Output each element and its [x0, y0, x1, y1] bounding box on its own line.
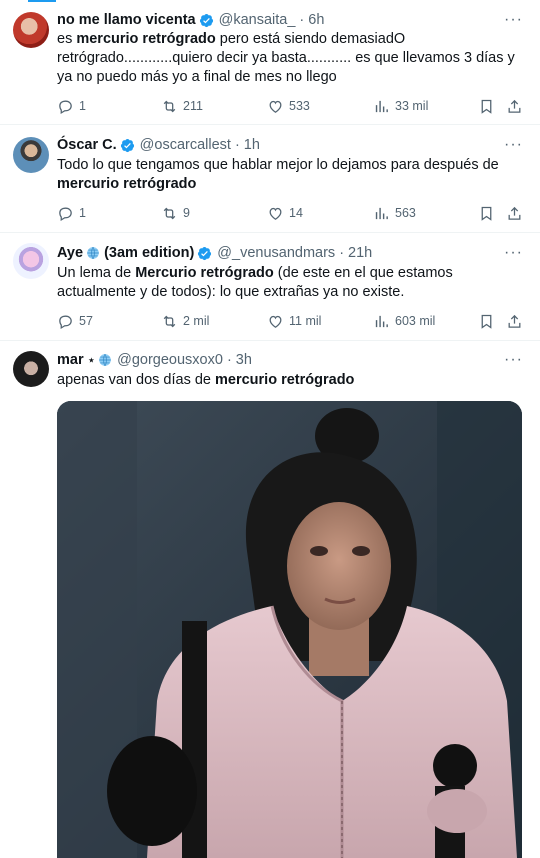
author-handle[interactable]: @_venusandmars — [217, 245, 335, 261]
globe-emoji-icon — [87, 246, 99, 260]
tweet-actions: 1 9 14 563 — [57, 203, 527, 223]
share-icon — [508, 99, 521, 113]
verified-badge-icon — [199, 13, 213, 27]
author-handle[interactable]: @kansaita_ — [219, 12, 296, 28]
retweet-icon — [163, 207, 176, 219]
views-icon — [375, 100, 388, 112]
author-name-suffix[interactable]: (3am edition) — [104, 245, 194, 261]
photo-image — [57, 401, 522, 858]
share-icon — [508, 206, 521, 220]
more-icon[interactable]: ··· — [504, 11, 522, 29]
retweet-icon — [163, 100, 176, 112]
tweet-text: Un lema de Mercurio retrógrado (de este … — [57, 264, 522, 302]
reply-count: 1 — [79, 206, 86, 220]
like-icon — [269, 315, 282, 328]
more-icon[interactable]: ··· — [504, 136, 522, 154]
avatar[interactable] — [13, 351, 49, 387]
separator-dot: · — [226, 352, 232, 368]
author-handle[interactable]: @oscarcallest — [140, 137, 231, 153]
views-button[interactable]: 603 mil — [373, 311, 435, 331]
views-button[interactable]: 563 — [373, 203, 416, 223]
tweet-text: es mercurio retrógrado pero está siendo … — [57, 30, 522, 87]
author-name[interactable]: no me llamo vicenta — [57, 12, 196, 28]
share-icon — [508, 314, 521, 328]
highlight-text: Mercurio retrógrado — [135, 265, 274, 281]
views-count: 603 mil — [395, 314, 436, 328]
reply-count: 57 — [79, 314, 93, 328]
tweet-3[interactable]: Aye (3am edition) @_venusandmars · 21h ·… — [0, 233, 540, 341]
like-icon — [269, 100, 282, 113]
bookmark-icon — [481, 314, 492, 329]
reply-button[interactable]: 1 — [57, 96, 86, 116]
author-name[interactable]: Aye — [57, 245, 83, 261]
bookmark-button[interactable] — [478, 203, 495, 223]
tweet-text: Todo lo que tengamos que hablar mejor lo… — [57, 156, 522, 194]
reply-icon — [59, 315, 72, 329]
more-icon[interactable]: ··· — [504, 244, 522, 262]
reply-count: 1 — [79, 99, 86, 113]
text-segment: es — [57, 31, 77, 47]
retweet-count: 2 mil — [183, 314, 210, 328]
retweet-button[interactable]: 211 — [161, 96, 203, 116]
timestamp[interactable]: 6h — [308, 12, 324, 28]
retweet-count: 9 — [183, 206, 190, 220]
separator-dot: · — [299, 12, 305, 28]
tweet-2[interactable]: Óscar C. @oscarcallest · 1h ··· Todo lo … — [0, 125, 540, 233]
tweet-1[interactable]: no me llamo vicenta @kansaita_ · 6h ··· … — [0, 0, 540, 125]
highlight-text: mercurio retrógrado — [57, 176, 197, 192]
globe-emoji-icon — [99, 353, 111, 367]
tweet-media-photo[interactable] — [57, 401, 522, 858]
like-button[interactable]: 14 — [267, 203, 303, 223]
tweet-text: apenas van dos días de mercurio retrógra… — [57, 371, 522, 390]
share-button[interactable] — [506, 311, 523, 331]
views-button[interactable]: 33 mil — [373, 96, 428, 116]
author-name[interactable]: mar — [57, 352, 84, 368]
tweet-actions: 57 2 mil 11 mil 603 mil — [57, 311, 527, 331]
verified-badge-icon — [120, 138, 134, 152]
retweet-count: 211 — [183, 99, 203, 113]
bookmark-icon — [481, 99, 492, 114]
views-count: 33 mil — [395, 99, 429, 113]
retweet-button[interactable]: 9 — [161, 203, 190, 223]
like-icon — [269, 207, 282, 220]
share-button[interactable] — [506, 203, 523, 223]
like-button[interactable]: 533 — [267, 96, 310, 116]
highlight-text: mercurio retrógrado — [215, 372, 355, 388]
retweet-button[interactable]: 2 mil — [161, 311, 209, 331]
author-name[interactable]: Óscar C. — [57, 137, 117, 153]
like-count: 11 mil — [289, 314, 322, 328]
like-button[interactable]: 11 mil — [267, 311, 321, 331]
views-icon — [375, 315, 388, 327]
timestamp[interactable]: 21h — [348, 245, 372, 261]
views-count: 563 — [395, 206, 416, 220]
text-segment: Todo lo que tengamos que hablar mejor lo… — [57, 157, 499, 173]
reply-icon — [59, 207, 72, 221]
like-count: 533 — [289, 99, 310, 113]
tweet-actions: 1 211 533 33 mil — [57, 96, 527, 116]
separator-dot: · — [234, 137, 240, 153]
separator-dot: · — [339, 245, 345, 261]
timestamp[interactable]: 1h — [244, 137, 260, 153]
author-name-suffix[interactable]: ⋆ — [88, 353, 96, 367]
text-segment: Un lema de — [57, 265, 136, 281]
highlight-text: mercurio retrógrado — [76, 31, 216, 47]
avatar[interactable] — [13, 12, 49, 48]
bookmark-icon — [481, 206, 492, 221]
bookmark-button[interactable] — [478, 96, 495, 116]
views-icon — [375, 207, 388, 219]
share-button[interactable] — [506, 96, 523, 116]
author-handle[interactable]: @gorgeousxox0 — [117, 352, 223, 368]
avatar[interactable] — [13, 243, 49, 279]
timestamp[interactable]: 3h — [236, 352, 252, 368]
reply-icon — [59, 100, 72, 114]
retweet-icon — [163, 315, 176, 327]
bookmark-button[interactable] — [478, 311, 495, 331]
more-icon[interactable]: ··· — [504, 351, 522, 369]
avatar[interactable] — [13, 137, 49, 173]
reply-button[interactable]: 1 — [57, 203, 86, 223]
like-count: 14 — [289, 206, 303, 220]
reply-button[interactable]: 57 — [57, 311, 93, 331]
text-segment: apenas van dos días de — [57, 372, 216, 388]
verified-badge-icon — [198, 246, 212, 260]
